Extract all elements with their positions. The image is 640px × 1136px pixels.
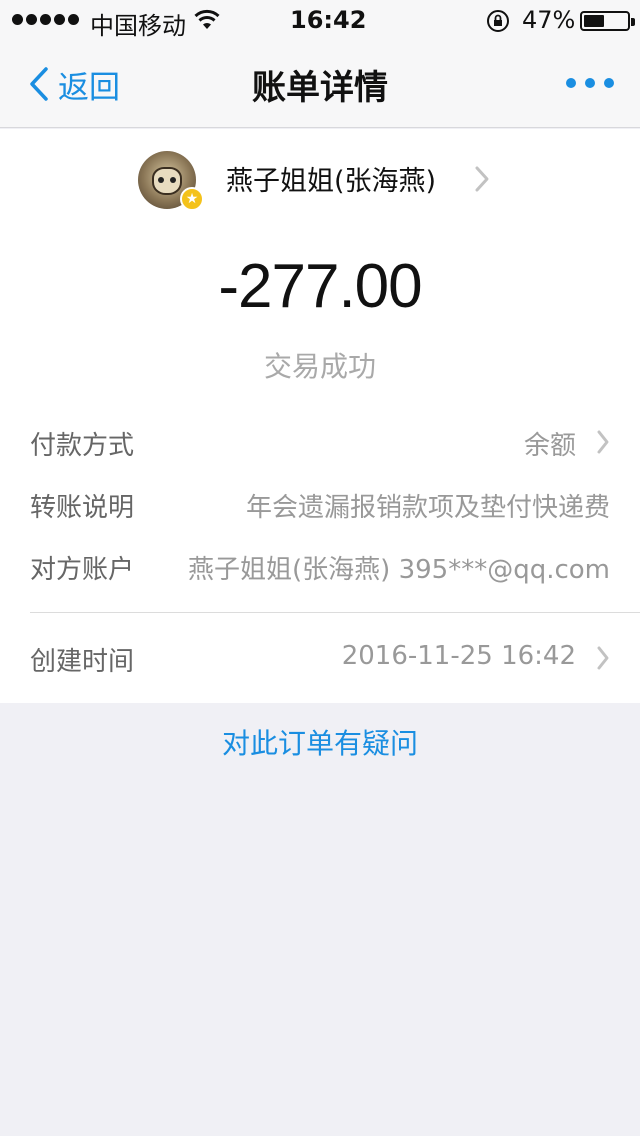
chevron-right-icon <box>475 166 489 192</box>
signal-dots-icon <box>12 14 79 25</box>
payment-method-value: 余额 <box>523 431 576 461</box>
transfer-note-row: 转账说明 年会遗漏报销款项及垫付快递费 <box>30 487 640 531</box>
counterparty-account-row: 对方账户 燕子姐姐(张海燕) 395***@qq.com <box>30 549 640 593</box>
payment-method-row[interactable]: 付款方式 余额 <box>30 425 640 469</box>
created-time-value: 2016-11-25 16:42 <box>341 641 576 671</box>
divider <box>30 612 640 613</box>
battery-percent: 47% <box>522 6 576 34</box>
clock: 16:42 <box>290 6 367 34</box>
chevron-right-icon <box>597 430 609 454</box>
nav-bar: 返回 账单详情 <box>0 40 640 128</box>
star-badge-icon: ★ <box>180 187 204 211</box>
bill-detail-screen: 中国移动 16:42 47% 返回 账单详情 ★ 燕子姐姐(张海燕) -277.… <box>0 0 640 1136</box>
chevron-right-icon <box>597 646 609 670</box>
transfer-note-label: 转账说明 <box>30 493 135 523</box>
transaction-amount: -277.00 <box>218 252 422 321</box>
transfer-note-value: 年会遗漏报销款项及垫付快递费 <box>245 493 610 523</box>
counterparty-account-value: 燕子姐姐(张海燕) 395***@qq.com <box>188 555 610 585</box>
transaction-status: 交易成功 <box>263 350 376 383</box>
rotation-lock-icon <box>487 10 509 32</box>
status-bar: 中国移动 16:42 47% <box>0 0 640 40</box>
payee-row[interactable]: ★ 燕子姐姐(张海燕) <box>0 151 640 213</box>
carrier-name: 中国移动 <box>90 12 186 40</box>
battery-icon <box>580 11 635 31</box>
wifi-icon <box>194 9 220 29</box>
page-title: 账单详情 <box>252 68 388 108</box>
created-time-row[interactable]: 创建时间 2016-11-25 16:42 <box>30 641 640 685</box>
more-dots-icon[interactable] <box>566 78 614 88</box>
counterparty-account-label: 对方账户 <box>30 555 135 585</box>
order-question-link[interactable]: 对此订单有疑问 <box>0 722 640 762</box>
created-time-label: 创建时间 <box>30 647 135 677</box>
bill-detail-card: ★ 燕子姐姐(张海燕) -277.00 交易成功 付款方式 余额 转账说明 年会… <box>0 129 640 703</box>
payment-method-label: 付款方式 <box>30 431 135 461</box>
payee-name: 燕子姐姐(张海燕) <box>226 166 437 197</box>
